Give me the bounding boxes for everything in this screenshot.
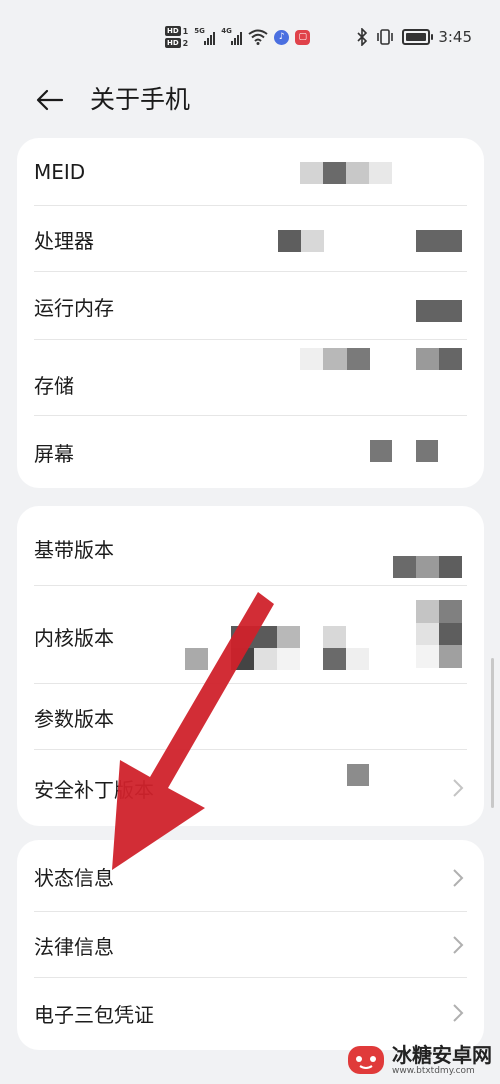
back-arrow-icon[interactable] xyxy=(34,84,66,116)
status-info-label: 状态信息 xyxy=(34,865,114,890)
device-info-card: MEID 处理器 运行内存 存储 屏幕 xyxy=(17,138,484,488)
list-item-status-info[interactable]: 状态信息 xyxy=(17,840,484,912)
watermark-text: 冰糖安卓网 www.btxtdmy.com xyxy=(392,1044,492,1076)
list-item-baseband[interactable]: 基带版本 xyxy=(17,506,484,586)
watermark-url: www.btxtdmy.com xyxy=(392,1066,475,1076)
vibrate-icon xyxy=(377,29,394,45)
chevron-right-icon xyxy=(453,1004,464,1022)
bluetooth-icon xyxy=(357,28,368,46)
page-title: 关于手机 xyxy=(90,85,191,114)
legal-info-label: 法律信息 xyxy=(34,934,114,959)
security-patch-value-redacted xyxy=(347,764,369,786)
chevron-right-icon xyxy=(453,779,464,797)
chevron-right-icon xyxy=(453,936,464,954)
wifi-icon xyxy=(248,29,268,45)
watermark: 冰糖安卓网 www.btxtdmy.com xyxy=(346,1042,492,1078)
status-bar: HD 1 HD 2 5G 4G ♪ ▢ 3:45 xyxy=(0,0,500,72)
kernel-value-redacted-2 xyxy=(416,600,462,668)
list-item-processor[interactable]: 处理器 xyxy=(17,206,484,272)
sim2-indicator: HD 2 xyxy=(165,38,188,48)
processor-label: 处理器 xyxy=(34,228,94,253)
kernel-value-redacted xyxy=(185,626,375,674)
baseband-value-redacted xyxy=(393,556,462,578)
storage-value-redacted-2 xyxy=(416,348,462,370)
sim1-hd-label: HD xyxy=(165,26,181,36)
battery-icon xyxy=(402,29,434,45)
ram-label: 运行内存 xyxy=(34,295,114,320)
network1-label: 5G xyxy=(194,27,205,35)
baseband-label: 基带版本 xyxy=(34,538,114,562)
meid-label: MEID xyxy=(34,160,86,184)
sim-indicators: HD 1 HD 2 xyxy=(165,26,188,48)
warranty-certificate-label: 电子三包凭证 xyxy=(34,1002,154,1027)
scrollbar[interactable] xyxy=(491,658,494,808)
chevron-right-icon xyxy=(453,869,464,887)
storage-value-redacted xyxy=(300,348,370,370)
status-time: 3:45 xyxy=(438,28,472,46)
title-bar: 关于手机 xyxy=(0,78,500,122)
info-card: 状态信息 法律信息 电子三包凭证 xyxy=(17,840,484,1050)
red-app-icon: ▢ xyxy=(295,29,311,45)
list-item-warranty-certificate[interactable]: 电子三包凭证 xyxy=(17,978,484,1048)
version-info-card: 基带版本 内核版本 参数版本 安全补丁版本 xyxy=(17,506,484,826)
status-right: 3:45 xyxy=(356,22,472,52)
watermark-name: 冰糖安卓网 xyxy=(392,1043,492,1067)
list-item-parameter-version[interactable]: 参数版本 xyxy=(17,684,484,750)
screen-value-redacted xyxy=(370,440,392,462)
network2-label: 4G xyxy=(221,27,232,35)
list-item-security-patch[interactable]: 安全补丁版本 xyxy=(17,750,484,826)
list-item-meid[interactable]: MEID xyxy=(17,138,484,206)
watermark-logo-icon xyxy=(348,1046,384,1074)
sim2-hd-label: HD xyxy=(165,38,181,48)
storage-label: 存储 xyxy=(34,374,74,398)
sim1-index: 1 xyxy=(182,26,189,36)
signal-icon: 5G xyxy=(194,27,216,45)
security-patch-label: 安全补丁版本 xyxy=(34,777,154,802)
processor-value-redacted-2 xyxy=(416,230,462,252)
music-app-icon: ♪ xyxy=(274,29,290,45)
screen-value-redacted-2 xyxy=(416,440,438,462)
sim2-index: 2 xyxy=(182,38,189,48)
kernel-label: 内核版本 xyxy=(34,626,114,650)
list-item-legal-info[interactable]: 法律信息 xyxy=(17,912,484,978)
list-item-kernel[interactable]: 内核版本 xyxy=(17,586,484,684)
list-item-screen[interactable]: 屏幕 xyxy=(17,416,484,488)
processor-value-redacted xyxy=(278,230,324,252)
ram-value-redacted xyxy=(416,300,462,322)
status-left: HD 1 HD 2 5G 4G ♪ ▢ xyxy=(165,22,311,52)
list-item-storage[interactable]: 存储 xyxy=(17,340,484,416)
sim1-indicator: HD 1 xyxy=(165,26,188,36)
parameter-version-label: 参数版本 xyxy=(34,706,114,731)
signal-icon: 4G xyxy=(221,27,243,45)
screen-label: 屏幕 xyxy=(34,442,74,466)
list-item-ram[interactable]: 运行内存 xyxy=(17,272,484,340)
meid-value-redacted xyxy=(300,162,392,184)
